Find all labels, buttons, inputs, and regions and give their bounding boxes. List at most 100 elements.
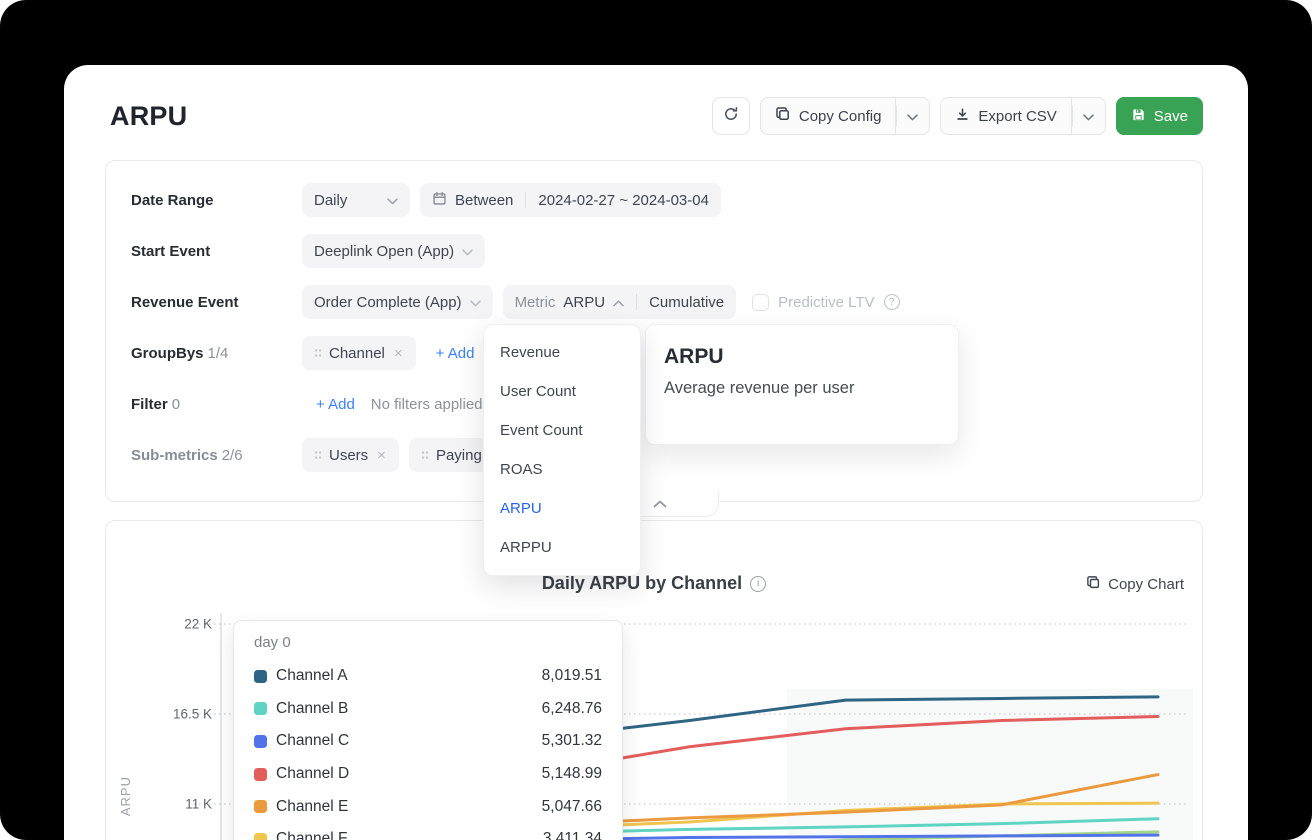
metric-option-user-count[interactable]: User Count bbox=[484, 372, 640, 411]
chart-tooltip-row: Channel B6,248.76 bbox=[254, 693, 602, 726]
series-swatch bbox=[254, 800, 267, 813]
y-tick-label: 22 K bbox=[120, 617, 212, 632]
series-name: Channel B bbox=[276, 700, 348, 718]
date-mode-label: Between bbox=[455, 192, 513, 209]
series-value: 8,019.51 bbox=[542, 667, 602, 685]
chart-tooltip-row: Channel E 5,047.66 bbox=[254, 790, 602, 823]
series-name: Channel A bbox=[276, 667, 348, 685]
series-name: Channel C bbox=[276, 732, 349, 750]
metric-select[interactable]: ARPU bbox=[563, 294, 605, 311]
metric-info-card: ARPU Average revenue per user bbox=[645, 324, 959, 445]
metric-option-arpu[interactable]: ARPU bbox=[484, 489, 640, 528]
start-event-row: Start Event Deeplink Open (App) bbox=[131, 234, 1174, 268]
revenue-event-row: Revenue Event Order Complete (App) Metri… bbox=[131, 285, 1174, 319]
granularity-value: Daily bbox=[314, 192, 347, 209]
metric-option-roas[interactable]: ROAS bbox=[484, 450, 640, 489]
chevron-down-icon bbox=[907, 108, 918, 125]
chevron-down-icon bbox=[462, 243, 473, 260]
save-label: Save bbox=[1154, 108, 1188, 125]
series-swatch bbox=[254, 735, 267, 748]
add-filter-button[interactable]: + Add bbox=[316, 396, 355, 413]
save-button[interactable]: Save bbox=[1116, 97, 1203, 135]
close-icon[interactable]: × bbox=[376, 448, 387, 463]
filter-label: Filter0 bbox=[131, 396, 302, 413]
predictive-ltv-label: Predictive LTV bbox=[778, 294, 874, 311]
drag-handle-icon[interactable] bbox=[314, 347, 321, 359]
submetric-chip-users[interactable]: Users× bbox=[302, 438, 399, 472]
series-swatch bbox=[254, 833, 267, 840]
highlight-region bbox=[787, 689, 1193, 840]
filter-count: 0 bbox=[172, 396, 180, 413]
metric-cumulative-group: Metric ARPU Cumulative bbox=[503, 285, 737, 319]
date-range-value: 2024-02-27 ~ 2024-03-04 bbox=[538, 192, 709, 209]
chevron-up-icon bbox=[653, 500, 667, 508]
series-swatch bbox=[254, 702, 267, 715]
chart-tooltip: day 0 Channel A 8,019.51 Channel B6,248.76… bbox=[233, 620, 623, 840]
chart-tooltip-day: day 0 bbox=[254, 634, 602, 651]
refresh-button[interactable] bbox=[712, 97, 750, 135]
chip-label: Channel bbox=[329, 345, 385, 362]
export-csv-dropdown-button[interactable] bbox=[1072, 97, 1106, 135]
series-value: 5,301.32 bbox=[542, 732, 602, 750]
groupbys-count: 1/4 bbox=[208, 345, 229, 362]
metric-option-revenue[interactable]: Revenue bbox=[484, 333, 640, 372]
no-filters-text: No filters applied bbox=[371, 396, 483, 413]
metric-option-event-count[interactable]: Event Count bbox=[484, 411, 640, 450]
series-value: 5,148.99 bbox=[542, 765, 602, 783]
drag-handle-icon[interactable] bbox=[314, 449, 321, 461]
chevron-up-icon[interactable] bbox=[613, 294, 624, 311]
y-tick-label: 11 K bbox=[120, 797, 212, 812]
chevron-down-icon bbox=[1083, 108, 1094, 125]
date-range-picker[interactable]: Between 2024-02-27 ~ 2024-03-04 bbox=[420, 183, 721, 217]
submetrics-label: Sub-metrics2/6 bbox=[131, 447, 302, 464]
metric-option-arppu[interactable]: ARPPU bbox=[484, 528, 640, 567]
close-icon[interactable]: × bbox=[393, 346, 404, 361]
add-groupby-button[interactable]: + Add bbox=[436, 345, 475, 362]
export-csv-button[interactable]: Export CSV bbox=[940, 97, 1071, 135]
chart-tooltip-row: Channel C 5,301.32 bbox=[254, 725, 602, 758]
export-csv-split-button: Export CSV bbox=[940, 97, 1105, 135]
page-header: ARPU Copy Config bbox=[110, 93, 1203, 139]
chevron-down-icon bbox=[470, 294, 481, 311]
chart-tooltip-row: Channel D 5,148.99 bbox=[254, 758, 602, 791]
series-value: 3,411.34 bbox=[543, 830, 602, 840]
revenue-event-value: Order Complete (App) bbox=[314, 294, 462, 311]
drag-handle-icon[interactable] bbox=[421, 449, 428, 461]
question-icon[interactable]: ? bbox=[884, 294, 900, 310]
start-event-label: Start Event bbox=[131, 243, 302, 260]
predictive-ltv-checkbox[interactable] bbox=[752, 294, 769, 311]
screenshot-frame: ARPU Copy Config bbox=[0, 0, 1312, 840]
groupby-chip-channel[interactable]: Channel × bbox=[302, 336, 416, 370]
download-icon bbox=[955, 107, 970, 126]
copy-config-button[interactable]: Copy Config bbox=[760, 97, 897, 135]
granularity-select[interactable]: Daily bbox=[302, 183, 410, 217]
start-event-select[interactable]: Deeplink Open (App) bbox=[302, 234, 485, 268]
page-title: ARPU bbox=[110, 101, 187, 132]
series-value: 5,047.66 bbox=[542, 798, 602, 816]
series-name: Channel E bbox=[276, 798, 348, 816]
export-csv-label: Export CSV bbox=[978, 108, 1056, 125]
copy-config-label: Copy Config bbox=[799, 108, 882, 125]
date-range-row: Date Range Daily Between bbox=[131, 183, 1174, 217]
copy-icon bbox=[775, 106, 791, 126]
groupbys-label: GroupBys1/4 bbox=[131, 345, 302, 362]
groupby-chips: Channel × + Add bbox=[302, 336, 474, 370]
copy-config-dropdown-button[interactable] bbox=[896, 97, 930, 135]
submetrics-count: 2/6 bbox=[222, 447, 243, 464]
metric-info-description: Average revenue per user bbox=[664, 379, 940, 398]
y-tick-label: 16.5 K bbox=[120, 707, 212, 722]
revenue-event-label: Revenue Event bbox=[131, 294, 302, 311]
date-range-label: Date Range bbox=[131, 192, 302, 209]
save-icon bbox=[1131, 107, 1146, 126]
predictive-ltv-group: Predictive LTV ? bbox=[752, 294, 899, 311]
calendar-icon bbox=[432, 191, 447, 210]
chart-tooltip-row: Channel A 8,019.51 bbox=[254, 660, 602, 693]
start-event-value: Deeplink Open (App) bbox=[314, 243, 454, 260]
metric-dropdown-menu: RevenueUser CountEvent CountROASARPUARPP… bbox=[483, 324, 641, 576]
chevron-down-icon bbox=[387, 192, 398, 209]
series-name: Channel D bbox=[276, 765, 349, 783]
series-swatch bbox=[254, 768, 267, 781]
copy-config-split-button: Copy Config bbox=[760, 97, 931, 135]
revenue-event-select[interactable]: Order Complete (App) bbox=[302, 285, 493, 319]
cumulative-toggle[interactable]: Cumulative bbox=[649, 294, 724, 311]
